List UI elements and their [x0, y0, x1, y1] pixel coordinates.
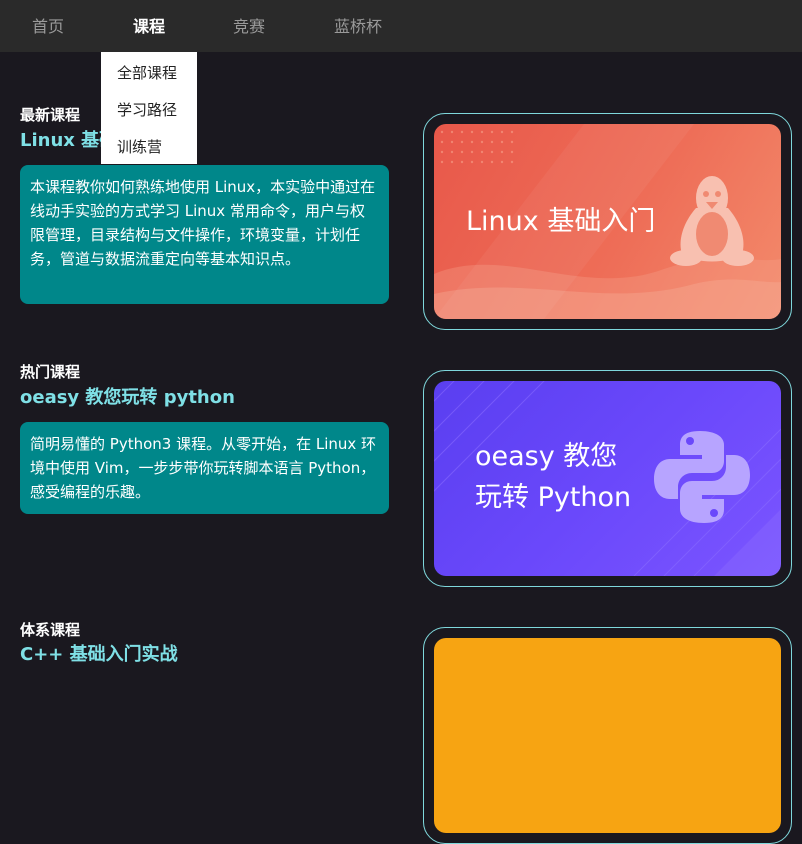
course-description: 本课程教你如何熟练地使用 Linux，本实验中通过在线动手实验的方式学习 Lin…: [20, 165, 389, 304]
course-card-linux[interactable]: Linux 基础入门: [423, 113, 792, 330]
tux-penguin-icon: [670, 176, 754, 266]
dropdown-item-bootcamp[interactable]: 训练营: [117, 136, 162, 157]
course-title-link[interactable]: C++ 基础入门实战: [20, 640, 178, 666]
course-description: 简明易懂的 Python3 课程。从零开始，在 Linux 环境中使用 Vim，…: [20, 422, 389, 514]
nav-item-home[interactable]: 首页: [32, 0, 64, 52]
banner-title: Linux 基础入门: [466, 206, 656, 237]
top-nav: 首页 课程 竞赛 蓝桥杯: [0, 0, 802, 52]
course-banner: Linux 基础入门: [434, 124, 781, 319]
section-label: 热门课程: [20, 363, 81, 381]
course-banner: [434, 638, 781, 833]
python-logo-icon: [654, 431, 750, 523]
section-label: 最新课程: [20, 106, 81, 124]
course-card-python[interactable]: oeasy 教您 玩转 Python: [423, 370, 792, 587]
course-banner: oeasy 教您 玩转 Python: [434, 381, 781, 576]
course-card-cpp[interactable]: [423, 627, 792, 844]
banner-title-line2: 玩转 Python: [475, 482, 632, 513]
dropdown-item-learning-paths[interactable]: 学习路径: [117, 99, 177, 120]
banner-title-line1: oeasy 教您: [475, 441, 618, 472]
course-title-link[interactable]: oeasy 教您玩转 python: [20, 383, 235, 409]
section-label: 体系课程: [20, 621, 81, 639]
courses-dropdown-menu: 全部课程 学习路径 训练营: [101, 52, 197, 164]
nav-item-lanqiao[interactable]: 蓝桥杯: [334, 0, 382, 52]
nav-item-courses[interactable]: 课程: [133, 0, 165, 52]
dropdown-item-all-courses[interactable]: 全部课程: [117, 62, 177, 83]
nav-item-contests[interactable]: 竞赛: [233, 0, 265, 52]
